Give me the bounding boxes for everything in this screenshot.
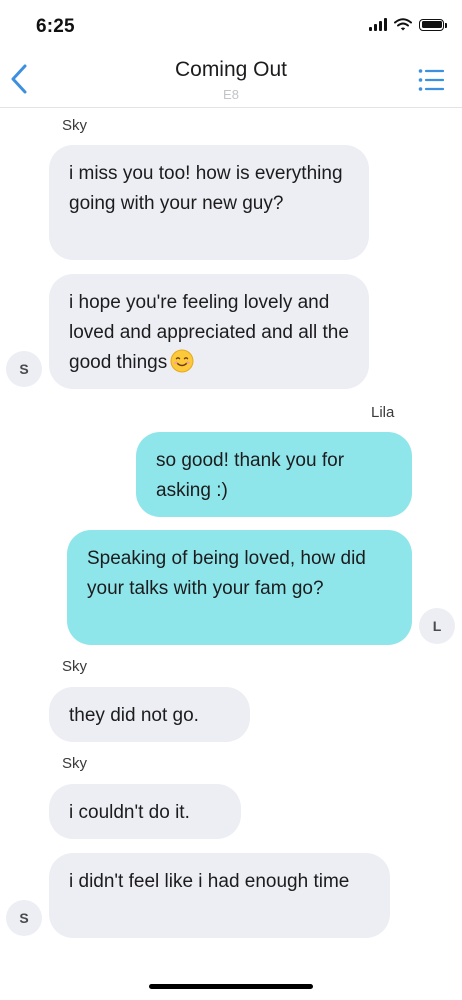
chat-title: Coming Out (174, 58, 288, 81)
outgoing-message-bubble: so good! thank you for asking :) (136, 432, 412, 517)
nav-bar: Coming Out E8 (0, 52, 462, 108)
status-time: 6:25 (36, 16, 75, 37)
message-text: i hope you're feeling lovely and loved a… (69, 292, 349, 373)
home-indicator[interactable] (149, 984, 313, 989)
status-bar: 6:25 (0, 0, 462, 52)
battery-icon (419, 18, 447, 31)
list-menu-icon[interactable] (418, 67, 444, 93)
incoming-message-bubble: i didn't feel like i had enough time (49, 853, 390, 938)
episode-label: E8 (223, 87, 239, 102)
message-text: they did not go. (69, 705, 199, 726)
status-icons (369, 18, 447, 31)
sender-name: Lila (371, 404, 395, 421)
incoming-message-bubble: i couldn't do it. (49, 784, 241, 839)
message-text: so good! thank you for asking :) (156, 450, 345, 501)
incoming-message-bubble: i hope you're feeling lovely and loved a… (49, 274, 369, 389)
sender-name: Sky (62, 658, 88, 675)
outgoing-message-bubble: Speaking of being loved, how did your ta… (67, 530, 412, 645)
message-text: i couldn't do it. (69, 802, 190, 823)
smiling-face-emoji (170, 349, 194, 373)
avatar[interactable]: S (6, 351, 42, 387)
message-text: Speaking of being loved, how did your ta… (87, 548, 366, 599)
sender-name: Sky (62, 755, 88, 772)
incoming-message-bubble: they did not go. (49, 687, 250, 742)
avatar[interactable]: L (419, 608, 455, 644)
cellular-signal-icon (369, 18, 387, 31)
message-text: i didn't feel like i had enough time (69, 871, 350, 892)
message-text: i miss you too! how is everything going … (69, 163, 343, 214)
incoming-message-bubble: i miss you too! how is everything going … (49, 145, 369, 260)
wifi-icon (394, 18, 412, 31)
avatar[interactable]: S (6, 900, 42, 936)
sender-name: Sky (62, 117, 88, 134)
